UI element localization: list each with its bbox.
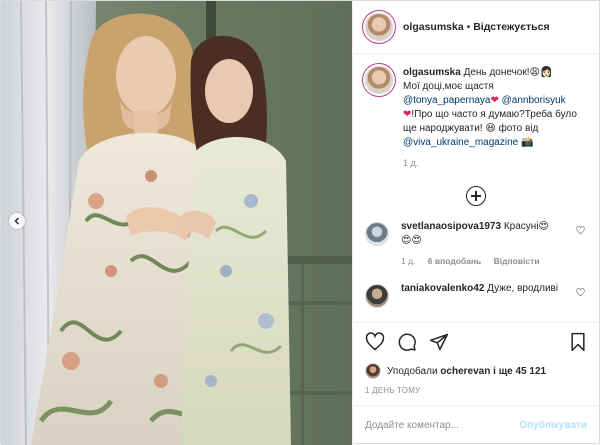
commenter-avatar[interactable] bbox=[365, 284, 389, 308]
author-avatar[interactable] bbox=[365, 13, 393, 41]
commenter-username[interactable]: svetlanaosipova1973 bbox=[401, 221, 501, 232]
following-button[interactable]: Відстежується bbox=[473, 21, 549, 33]
caption-heart-emoji-1: ❤ bbox=[490, 95, 499, 106]
liked-by-count[interactable]: і ще 45 121 bbox=[493, 366, 546, 377]
author-username[interactable]: olgasumska bbox=[403, 21, 464, 33]
comment-meta: 1 д. 6 вподобань Відповісти bbox=[401, 254, 571, 268]
comments-list[interactable]: olgasumska День донечок!😩👩🏻 Мої доці,моє… bbox=[353, 54, 599, 322]
post-photo[interactable] bbox=[1, 1, 352, 445]
comment-text: Красуні bbox=[503, 221, 539, 232]
mention-annborisyuk[interactable]: @annborisyuk bbox=[502, 95, 566, 106]
chevron-left-icon bbox=[14, 217, 19, 225]
comment-item: svetlanaosipova1973 Красуні😍 😍😍 1 д. 6 в… bbox=[365, 220, 587, 268]
liked-by-prefix: Уподобали bbox=[387, 365, 438, 377]
post-header: olgasumska • Відстежується bbox=[353, 1, 599, 54]
publish-button[interactable]: Опублікувати bbox=[519, 420, 587, 431]
comment-like-heart-icon[interactable] bbox=[576, 288, 585, 300]
caption-avatar[interactable] bbox=[365, 66, 393, 94]
caption-time[interactable]: 1 д. bbox=[403, 158, 587, 168]
liked-by: Уподобали ocherevan і ще 45 121 bbox=[365, 363, 587, 379]
post-actions: Уподобали ocherevan і ще 45 121 1 ДЕНЬ Т… bbox=[353, 322, 599, 395]
mention-tonya[interactable]: @tonya_papernaya bbox=[403, 95, 490, 106]
comment-body: taniakovalenko42 Дуже, вродливі bbox=[401, 282, 571, 308]
caption-emoji-faces: 😩👩🏻 bbox=[529, 67, 553, 78]
add-comment-bar: Опублікувати bbox=[353, 405, 599, 445]
posted-time[interactable]: 1 ДЕНЬ ТОМУ bbox=[365, 386, 587, 395]
header-separator: • bbox=[466, 21, 471, 33]
post-dialog: olgasumska • Відстежується olgasumska Де… bbox=[0, 0, 600, 445]
comment-time[interactable]: 1 д. bbox=[401, 256, 415, 266]
load-more-comments[interactable] bbox=[365, 186, 587, 206]
caption-line4: фото від bbox=[498, 123, 539, 134]
comment-likes[interactable]: 6 вподобань bbox=[428, 256, 481, 266]
comment-emoji: 😍 bbox=[538, 221, 549, 232]
carousel-prev-button[interactable] bbox=[9, 213, 25, 229]
action-icons bbox=[365, 331, 587, 353]
comment-like-heart-icon[interactable] bbox=[576, 226, 585, 238]
mention-viva-ukraine[interactable]: @viva_ukraine_magazine bbox=[403, 137, 518, 148]
post-side-panel: olgasumska • Відстежується olgasumska Де… bbox=[352, 1, 599, 445]
comment-input[interactable] bbox=[365, 420, 520, 431]
caption-emoji-camera: 📸 bbox=[521, 137, 534, 148]
commenter-avatar[interactable] bbox=[365, 222, 389, 246]
share-send-icon[interactable] bbox=[429, 332, 449, 352]
comment-text: Дуже, вродливі bbox=[487, 283, 559, 294]
caption-username[interactable]: olgasumska bbox=[403, 67, 461, 78]
liker-avatar[interactable] bbox=[365, 363, 381, 379]
commenter-username[interactable]: taniakovalenko42 bbox=[401, 283, 484, 294]
comment-bubble-icon[interactable] bbox=[397, 332, 417, 352]
comment-item: taniakovalenko42 Дуже, вродливі bbox=[365, 282, 587, 308]
caption-emoji-smile: 😆 bbox=[485, 123, 496, 134]
like-heart-icon[interactable] bbox=[365, 332, 385, 352]
post-caption: olgasumska День донечок!😩👩🏻 Мої доці,моє… bbox=[365, 66, 587, 150]
caption-text: olgasumska День донечок!😩👩🏻 Мої доці,моє… bbox=[403, 66, 587, 150]
plus-circle-icon[interactable] bbox=[466, 186, 486, 206]
comment-emoji-trailing: 😍😍 bbox=[401, 235, 422, 246]
photo-image bbox=[1, 1, 352, 445]
reply-button[interactable]: Відповісти bbox=[494, 256, 540, 266]
caption-line1: День донечок! bbox=[463, 67, 530, 78]
liked-by-user[interactable]: ocherevan bbox=[440, 366, 490, 377]
caption-line2: Мої доці,моє щастя bbox=[403, 81, 494, 92]
bookmark-icon[interactable] bbox=[569, 332, 587, 352]
comment-body: svetlanaosipova1973 Красуні😍 😍😍 1 д. 6 в… bbox=[401, 220, 571, 268]
